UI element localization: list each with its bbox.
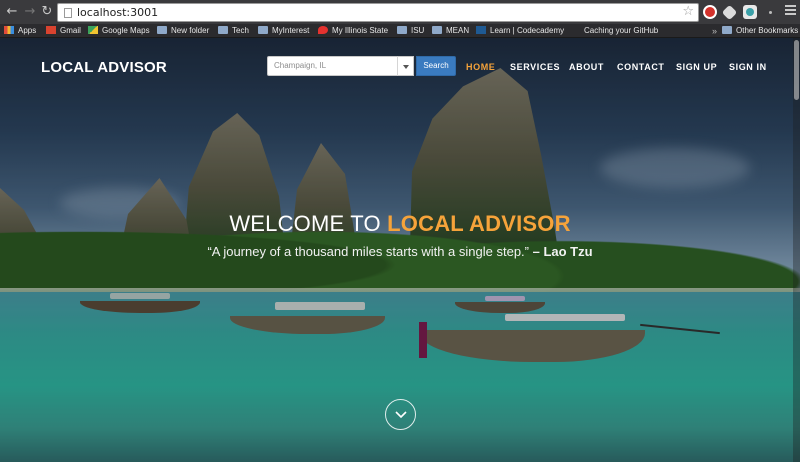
folder-icon	[258, 26, 268, 34]
address-url[interactable]: localhost:3001	[77, 6, 158, 19]
bookmark-myinterest[interactable]: MyInterest	[258, 25, 309, 37]
bookmark-mean[interactable]: MEAN	[432, 25, 469, 37]
nav-about[interactable]: ABOUT	[569, 62, 604, 72]
hero-quote-author: – Lao Tzu	[532, 244, 593, 259]
extension-red-icon[interactable]	[703, 5, 717, 19]
nav-services[interactable]: SERVICES	[510, 62, 560, 72]
hero-brand-highlight: LOCAL ADVISOR	[387, 211, 571, 236]
nav-sign-in[interactable]: SIGN IN	[729, 62, 767, 72]
folder-icon	[397, 26, 407, 34]
bookmark-isu[interactable]: ISU	[397, 25, 424, 37]
bookmark-caching-github[interactable]: Caching your GitHub	[584, 25, 658, 37]
bookmark-apps[interactable]: Apps	[4, 25, 36, 37]
browser-toolbar: ← → ↻ localhost:3001 ☆	[0, 0, 800, 24]
bookmark-other-bookmarks[interactable]: Other Bookmarks	[722, 25, 798, 37]
apps-grid-icon	[4, 26, 14, 34]
address-bar[interactable]: localhost:3001 ☆	[57, 3, 699, 22]
bookmark-new-folder[interactable]: New folder	[157, 25, 209, 37]
reload-icon[interactable]: ↻	[40, 4, 54, 20]
codecademy-icon	[476, 26, 486, 34]
browser-menu-icon[interactable]	[785, 5, 797, 19]
chevron-down-icon	[395, 411, 407, 419]
scrollbar-thumb[interactable]	[794, 40, 799, 100]
pin-icon	[318, 26, 328, 34]
nav-home[interactable]: HOME	[466, 62, 495, 72]
location-dropdown-toggle[interactable]	[397, 56, 414, 76]
folder-icon	[432, 26, 442, 34]
bookmark-codecademy[interactable]: Learn | Codecademy	[476, 25, 564, 37]
browser-chrome: ← → ↻ localhost:3001 ☆ Apps Gmail Google…	[0, 0, 800, 38]
page-icon	[64, 8, 72, 18]
bookmarks-overflow-icon[interactable]: »	[712, 25, 717, 37]
bookmark-gmail[interactable]: Gmail	[46, 25, 81, 37]
search-button[interactable]: Search	[416, 56, 456, 76]
gmail-icon	[46, 26, 56, 34]
folder-icon	[157, 26, 167, 34]
hero-quote-text: “A journey of a thousand miles starts wi…	[207, 244, 529, 259]
bookmark-my-illinois-state[interactable]: My Illinois State	[318, 25, 388, 37]
bookmark-tech[interactable]: Tech	[218, 25, 249, 37]
hero-quote: “A journey of a thousand miles starts wi…	[0, 244, 800, 259]
site-logo[interactable]: LOCAL ADVISOR	[41, 59, 167, 76]
folder-icon	[722, 26, 732, 34]
page-scrollbar[interactable]	[793, 38, 800, 462]
maps-icon	[88, 26, 98, 34]
bookmark-star-icon[interactable]: ☆	[682, 4, 694, 19]
nav-sign-up[interactable]: SIGN UP	[676, 62, 717, 72]
extension-teal-icon[interactable]	[743, 5, 757, 19]
back-arrow-icon[interactable]: ←	[5, 4, 19, 20]
page-viewport: LOCAL ADVISOR Champaign, IL Search HOME …	[0, 38, 800, 462]
hero-welcome-text: WELCOME TO	[229, 211, 381, 236]
bookmarks-bar: Apps Gmail Google Maps New folder Tech M…	[0, 24, 800, 38]
extension-diamond-icon[interactable]	[721, 4, 738, 21]
nav-contact[interactable]: CONTACT	[617, 62, 665, 72]
extension-dot-icon[interactable]	[769, 11, 772, 14]
location-search-input[interactable]: Champaign, IL	[267, 56, 397, 76]
bookmark-google-maps[interactable]: Google Maps	[88, 25, 150, 37]
scroll-down-button[interactable]	[385, 399, 416, 430]
hero-headline: WELCOME TO LOCAL ADVISOR	[0, 211, 800, 237]
forward-arrow-icon[interactable]: →	[23, 4, 37, 20]
folder-icon	[218, 26, 228, 34]
